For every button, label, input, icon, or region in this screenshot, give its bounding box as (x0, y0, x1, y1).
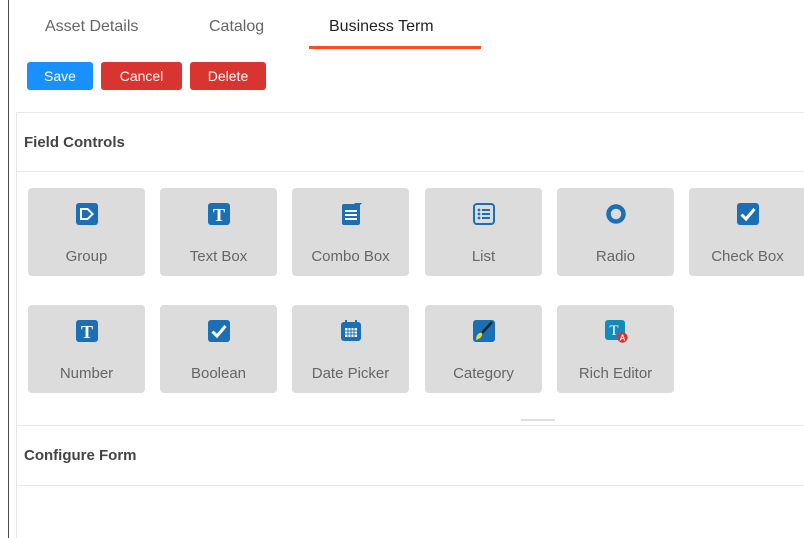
control-check-box[interactable]: Check Box (689, 188, 804, 276)
delete-button[interactable]: Delete (190, 62, 266, 90)
list-icon (472, 203, 495, 225)
svg-text:T: T (609, 323, 618, 339)
control-label: Group (65, 248, 108, 265)
control-label: Check Box (711, 248, 784, 265)
control-label: Rich Editor (578, 365, 653, 382)
tag-icon (75, 203, 98, 225)
radio-icon (605, 204, 626, 224)
form-builder-panel: Field Controls Group T Text Box Combo Bo… (16, 112, 804, 538)
control-label: Text Box (189, 248, 248, 265)
tab-business-term[interactable]: Business Term (329, 18, 434, 36)
save-button[interactable]: Save (27, 62, 93, 90)
svg-text:T: T (212, 205, 224, 225)
cancel-button[interactable]: Cancel (101, 62, 182, 90)
configure-form-title: Configure Form (24, 447, 137, 464)
text-box-icon: T (207, 203, 230, 225)
number-icon: T (75, 320, 98, 342)
control-number[interactable]: T Number (28, 305, 145, 393)
field-controls-header: Field Controls (17, 112, 804, 172)
control-date-picker[interactable]: Date Picker (292, 305, 409, 393)
control-text-box[interactable]: T Text Box (160, 188, 277, 276)
control-combo-box[interactable]: Combo Box (292, 188, 409, 276)
tab-catalog[interactable]: Catalog (209, 18, 264, 36)
control-label: Date Picker (311, 365, 390, 382)
active-tab-indicator (309, 46, 481, 49)
control-label: Number (59, 365, 114, 382)
control-rich-editor[interactable]: T A Rich Editor (557, 305, 674, 393)
control-boolean[interactable]: Boolean (160, 305, 277, 393)
field-controls-title: Field Controls (24, 133, 125, 151)
control-radio[interactable]: Radio (557, 188, 674, 276)
control-list[interactable]: List (425, 188, 542, 276)
tab-bar: Asset Details Catalog Business Term (9, 0, 804, 50)
combo-box-icon (341, 203, 362, 225)
control-group[interactable]: Group (28, 188, 145, 276)
boolean-icon (207, 320, 230, 342)
svg-text:T: T (80, 322, 92, 342)
resize-handle[interactable] (521, 419, 555, 421)
rich-editor-icon: T A (604, 320, 628, 343)
configure-form-header: Configure Form (17, 425, 804, 486)
category-icon (472, 320, 495, 342)
control-label: List (471, 248, 496, 265)
control-category[interactable]: Category (425, 305, 542, 393)
tab-asset-details[interactable]: Asset Details (45, 18, 138, 36)
control-label: Boolean (190, 365, 247, 382)
checkbox-icon (736, 203, 759, 225)
control-label: Radio (595, 248, 636, 265)
control-label: Category (453, 365, 514, 382)
svg-text:A: A (619, 334, 625, 343)
control-label: Combo Box (311, 248, 390, 265)
calendar-icon (340, 320, 361, 341)
left-border (8, 0, 9, 538)
